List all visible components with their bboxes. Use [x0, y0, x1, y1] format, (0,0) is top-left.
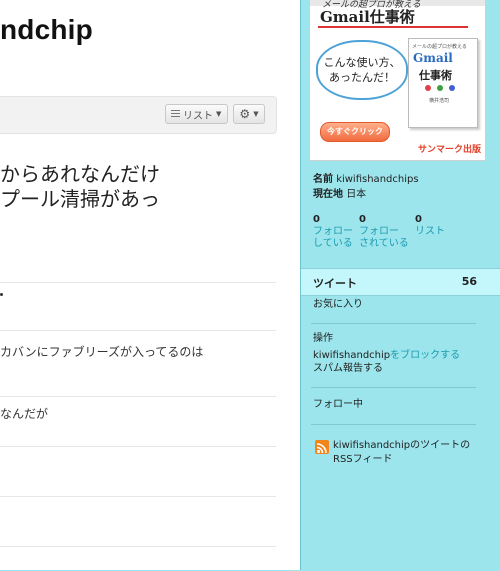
- rss-link-line-2[interactable]: RSSフィード: [333, 453, 392, 467]
- favorites-link[interactable]: お気に入り: [313, 298, 363, 312]
- stat-count: 0: [415, 214, 422, 225]
- timeline-row[interactable]: カバンにファブリーズが入ってるのは: [0, 330, 276, 397]
- name-value: kiwifishandchips: [336, 174, 419, 185]
- tweets-tab-label: ツイート: [313, 277, 357, 290]
- location-value: 日本: [346, 189, 367, 200]
- divider: [311, 387, 476, 388]
- tweet-line-2: プール清掃があっ: [0, 187, 160, 211]
- chevron-down-icon: ▼: [216, 110, 222, 118]
- stat-label: フォロー: [313, 226, 353, 237]
- profile-info: 名前 kiwifishandchips 現在地 日本: [313, 172, 419, 202]
- tweet-text: からあれなんだけ プール清掃があっ: [0, 162, 300, 212]
- ad-banner[interactable]: メールの超プロが教える Gmail仕事術 こんな使い方、 あったんだ！ メールの…: [309, 0, 486, 161]
- stat-following[interactable]: 0 フォロー している: [313, 214, 353, 250]
- tweet-line-1: からあれなんだけ: [0, 162, 160, 186]
- stat-label: している: [313, 238, 353, 249]
- ad-bubble-line-1: こんな使い方、: [323, 56, 401, 69]
- tweets-count: 56: [461, 275, 477, 288]
- dot-icon: [449, 85, 455, 91]
- stat-count: 0: [313, 214, 320, 225]
- book-cover-image: メールの超プロが教える Gmail 仕事術 横井浩司: [408, 38, 478, 128]
- toolbar: リスト ▼ ⚙ ▼: [0, 96, 277, 134]
- book-title-2: 仕事術: [419, 69, 452, 82]
- stat-label: されている: [359, 238, 409, 249]
- list-icon: [171, 110, 180, 118]
- list-button[interactable]: リスト ▼: [165, 104, 228, 124]
- ad-publisher: サンマーク出版: [418, 145, 482, 155]
- gear-icon: ⚙: [239, 107, 251, 121]
- timeline-row[interactable]: [0, 546, 276, 571]
- timeline-row[interactable]: [0, 282, 276, 331]
- page-title: ndchip: [0, 14, 93, 45]
- book-subtitle: メールの超プロが教える: [412, 44, 467, 50]
- chevron-down-icon: ▼: [253, 110, 259, 118]
- actions-heading: 操作: [313, 333, 333, 344]
- bullet-mark: [0, 293, 3, 296]
- dot-icon: [425, 85, 431, 91]
- ad-title: Gmail仕事術: [320, 8, 415, 26]
- dot-icon: [437, 85, 443, 91]
- gear-button[interactable]: ⚙ ▼: [233, 104, 265, 124]
- ad-divider: [318, 26, 468, 28]
- main-column: ndchip リスト ▼ ⚙ ▼ からあれなんだけ プール清掃があっ カバンにフ…: [0, 0, 301, 570]
- stat-label: フォロー: [359, 226, 399, 237]
- book-author: 横井浩司: [429, 98, 450, 104]
- rss-icon[interactable]: [315, 440, 329, 454]
- stat-lists[interactable]: 0 リスト: [415, 214, 445, 238]
- location-label: 現在地: [313, 189, 343, 200]
- stat-followers[interactable]: 0 フォロー されている: [359, 214, 409, 250]
- book-title: Gmail: [413, 51, 453, 65]
- timeline-row[interactable]: [0, 496, 276, 547]
- timeline-row[interactable]: なんだが: [0, 396, 276, 447]
- name-label: 名前: [313, 174, 333, 185]
- divider: [311, 424, 476, 425]
- report-spam-link[interactable]: スパム報告する: [313, 362, 383, 376]
- row-text: なんだが: [0, 407, 49, 421]
- following-link[interactable]: フォロー中: [313, 398, 363, 412]
- ad-click-button[interactable]: 今すぐクリック: [320, 122, 390, 142]
- block-username: kiwifishandchip: [313, 350, 391, 361]
- row-text: カバンにファブリーズが入ってるのは: [0, 345, 204, 359]
- list-button-label: リスト: [183, 110, 213, 122]
- block-link[interactable]: をブロックする: [390, 350, 460, 361]
- sidebar: メールの超プロが教える Gmail仕事術 こんな使い方、 あったんだ！ メールの…: [300, 0, 500, 570]
- ad-speech-bubble: こんな使い方、 あったんだ！: [316, 40, 408, 100]
- divider: [311, 323, 476, 324]
- rss-link-line-1[interactable]: kiwifishandchipのツイートの: [333, 439, 470, 453]
- block-action: kiwifishandchipをブロックする: [313, 349, 460, 363]
- timeline-row[interactable]: [0, 446, 276, 497]
- tweets-tab[interactable]: ツイート 56: [301, 268, 500, 296]
- stat-label: リスト: [415, 226, 445, 237]
- stat-count: 0: [359, 214, 366, 225]
- ad-bubble-line-2: あったんだ！: [329, 71, 395, 84]
